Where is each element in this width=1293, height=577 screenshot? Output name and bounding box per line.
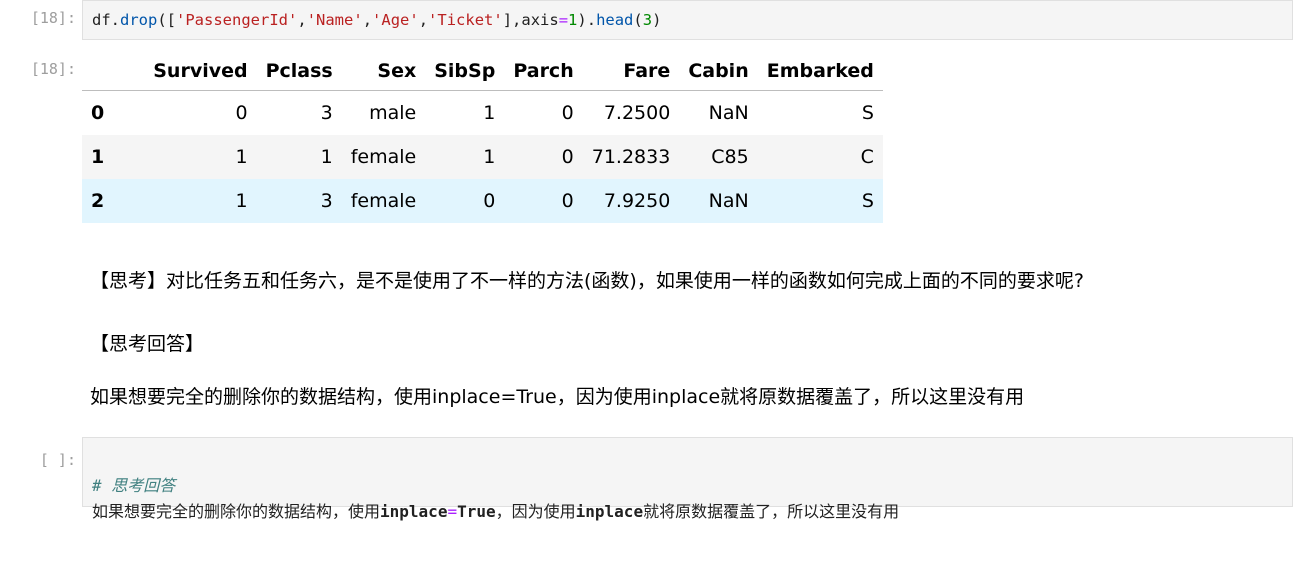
- table-cell: 7.2500: [603, 102, 671, 124]
- input-prompt: [18]:: [30, 9, 76, 27]
- markdown-answer: 如果想要完全的删除你的数据结构，使用inplace=True，因为使用inpla…: [90, 386, 1025, 408]
- code-token: ,: [418, 11, 429, 29]
- table-cell: 7.9250: [603, 190, 671, 212]
- code-editor[interactable]: df.drop(['PassengerId','Name','Age','Tic…: [82, 0, 1293, 40]
- output-prompt: [18]:: [30, 60, 76, 78]
- code-token: inplace: [380, 502, 448, 521]
- table-cell: 1: [483, 146, 496, 168]
- table-cell: C: [860, 146, 874, 168]
- table-cell: 0: [561, 146, 574, 168]
- dataframe-table: Survived Pclass Sex SibSp Parch Fare Cab…: [82, 52, 883, 223]
- code-token: ,: [297, 11, 307, 29]
- code-token: 3: [642, 11, 653, 29]
- code-token: 'PassengerId': [176, 11, 298, 29]
- code-editor[interactable]: # 思考回答 如果想要完全的删除你的数据结构，使用inplace=True，因为使…: [82, 437, 1293, 521]
- table-cell: NaN: [708, 190, 749, 212]
- table-cell: 3: [320, 190, 333, 212]
- code-comment: # 思考回答: [92, 476, 176, 495]
- code-cell-input: [18]: df.drop(['PassengerId','Name','Age…: [0, 0, 1293, 44]
- row-index: 2: [91, 190, 105, 212]
- table-cell: 0: [561, 102, 574, 124]
- code-token: .: [110, 11, 121, 29]
- code-token: inplace: [575, 502, 644, 521]
- row-index: 0: [91, 102, 105, 124]
- table-row: 2 1 3 female 0 0 7.9250 NaN S: [82, 179, 883, 223]
- table-header-row: Survived Pclass Sex SibSp Parch Fare Cab…: [82, 52, 883, 91]
- column-header: Embarked: [757, 52, 883, 91]
- column-header: Parch: [504, 52, 583, 91]
- markdown-question: 【思考】对比任务五和任务六，是不是使用了不一样的方法(函数)，如果使用一样的函数…: [90, 270, 1084, 292]
- code-token: 1: [568, 11, 578, 29]
- column-header: Survived: [113, 52, 257, 91]
- table-cell: 0: [561, 190, 574, 212]
- code-token: drop: [120, 11, 158, 29]
- row-index: 1: [91, 146, 105, 168]
- code-token: ): [652, 11, 662, 29]
- table-row: 1 1 1 female 1 0 71.2833 C85 C: [82, 135, 883, 179]
- code-cell-input: [ ]: # 思考回答 如果想要完全的删除你的数据结构，使用inplace=Tru…: [0, 437, 1293, 521]
- column-header: Cabin: [679, 52, 758, 91]
- table-cell: 0: [235, 102, 248, 124]
- code-token: ],: [502, 11, 522, 29]
- column-header: Fare: [582, 52, 680, 91]
- code-token: 如果想要完全的删除你的数据结构，使用: [92, 502, 381, 521]
- code-line: # 思考回答: [92, 473, 1283, 499]
- code-token: =: [447, 502, 458, 521]
- table-cell: male: [369, 102, 417, 124]
- code-token: (: [633, 11, 643, 29]
- code-line: 如果想要完全的删除你的数据结构，使用inplace=True，因为使用inpla…: [92, 499, 1283, 525]
- code-token: ).: [577, 11, 597, 29]
- table-cell: 71.2833: [591, 146, 671, 168]
- input-prompt: [ ]:: [39, 451, 76, 469]
- table-cell: S: [861, 102, 874, 124]
- column-header: SibSp: [425, 52, 505, 91]
- code-token: ，因为使用: [495, 502, 576, 521]
- column-header: Pclass: [256, 52, 342, 91]
- table-row: 0 0 3 male 1 0 7.2500 NaN S: [82, 91, 883, 136]
- table-cell: 1: [483, 102, 496, 124]
- table-cell: female: [350, 190, 417, 212]
- table-cell: 1: [235, 190, 248, 212]
- table-cell: female: [350, 146, 417, 168]
- code-token: =: [558, 11, 569, 29]
- code-token: 'Name': [306, 11, 363, 29]
- table-cell: 0: [483, 190, 496, 212]
- code-token: 就将原数据覆盖了，所以这里没有用: [643, 502, 900, 521]
- code-token: 'Age': [372, 11, 419, 29]
- table-cell: NaN: [708, 102, 749, 124]
- code-token: ,: [362, 11, 373, 29]
- table-cell: 1: [235, 146, 248, 168]
- table-cell: 1: [320, 146, 333, 168]
- code-token: 'Ticket': [428, 11, 503, 29]
- code-token: head: [596, 11, 634, 29]
- table-cell: C85: [711, 146, 749, 168]
- code-token: True: [457, 502, 496, 521]
- markdown-answer-heading: 【思考回答】: [90, 333, 205, 355]
- code-token: df: [92, 11, 111, 29]
- column-header: Sex: [341, 52, 426, 91]
- table-cell: S: [861, 190, 874, 212]
- index-header: [82, 52, 114, 91]
- table-cell: 3: [320, 102, 333, 124]
- code-token: axis: [521, 11, 559, 29]
- code-token: ([: [157, 11, 177, 29]
